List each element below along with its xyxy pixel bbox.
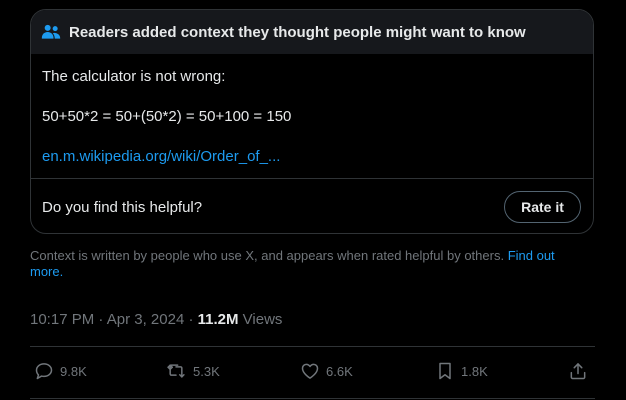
community-note-card: Readers added context they thought peopl…	[30, 9, 594, 234]
disclaimer-text: Context is written by people who use X, …	[30, 248, 508, 263]
rate-it-button[interactable]: Rate it	[504, 191, 581, 223]
note-text-line-2: 50+50*2 = 50+(50*2) = 50+100 = 150	[42, 108, 292, 125]
share-button[interactable]	[568, 361, 588, 381]
tweet-date[interactable]: Apr 3, 2024	[107, 311, 185, 328]
helpful-question: Do you find this helpful?	[42, 198, 203, 216]
reply-count: 9.8K	[60, 363, 87, 379]
views-count: 11.2M	[197, 311, 239, 328]
tweet-meta: 10:17 PM · Apr 3, 2024 · 11.2M Views	[30, 310, 282, 330]
meta-separator: ·	[94, 311, 107, 328]
bookmark-button[interactable]: 1.8K	[435, 360, 488, 382]
reply-button[interactable]: 9.8K	[34, 361, 87, 381]
bookmark-icon	[435, 360, 455, 382]
community-note-title: Readers added context they thought peopl…	[69, 23, 526, 41]
community-note-header: Readers added context they thought peopl…	[31, 10, 593, 54]
views-label: Views	[238, 311, 283, 328]
meta-separator: ·	[184, 311, 198, 328]
reply-icon	[34, 361, 54, 381]
like-count: 6.6K	[326, 363, 353, 379]
share-icon	[568, 361, 588, 381]
tweet-actions: 9.8K 5.3K 6.6K 1.8K	[30, 354, 595, 388]
repost-button[interactable]: 5.3K	[165, 361, 220, 381]
tweet-detail: Readers added context they thought peopl…	[0, 0, 626, 400]
heart-icon	[300, 361, 320, 381]
divider	[30, 398, 595, 399]
tweet-time[interactable]: 10:17 PM	[30, 311, 94, 328]
like-button[interactable]: 6.6K	[300, 361, 353, 381]
repost-count: 5.3K	[193, 363, 220, 379]
bookmark-count: 1.8K	[461, 363, 488, 379]
note-text-line-1: The calculator is not wrong:	[42, 68, 226, 85]
repost-icon	[165, 361, 187, 381]
context-disclaimer: Context is written by people who use X, …	[30, 248, 590, 280]
note-rating-footer: Do you find this helpful? Rate it	[31, 179, 593, 233]
note-source-link[interactable]: en.m.wikipedia.org/wiki/Order_of_...	[42, 147, 280, 167]
divider	[30, 346, 595, 347]
people-icon	[41, 22, 61, 42]
community-note-body: The calculator is not wrong: 50+50*2 = 5…	[31, 54, 593, 178]
